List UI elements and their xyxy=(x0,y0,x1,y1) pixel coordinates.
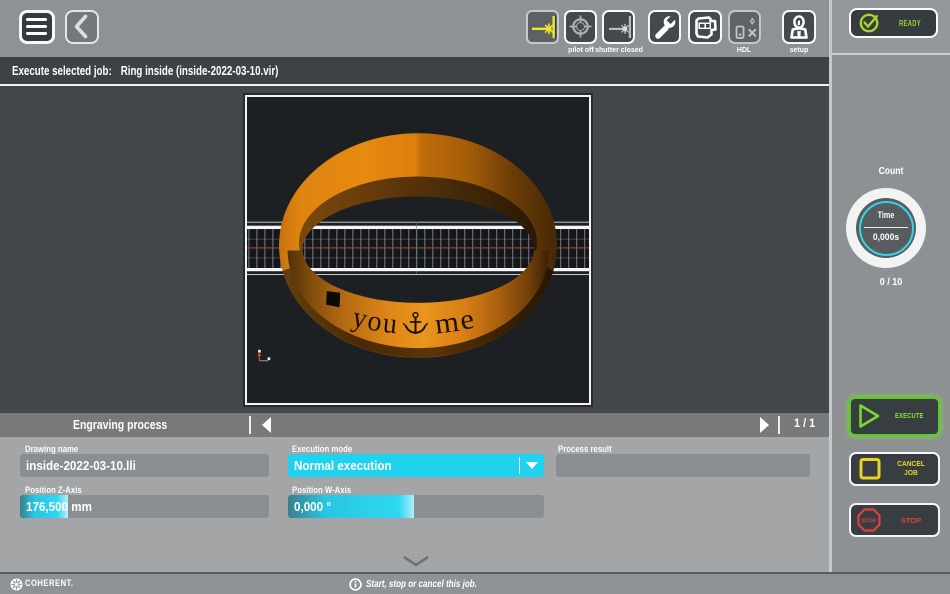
svg-text:me: me xyxy=(433,302,479,340)
svg-text:STOP: STOP xyxy=(862,519,877,525)
